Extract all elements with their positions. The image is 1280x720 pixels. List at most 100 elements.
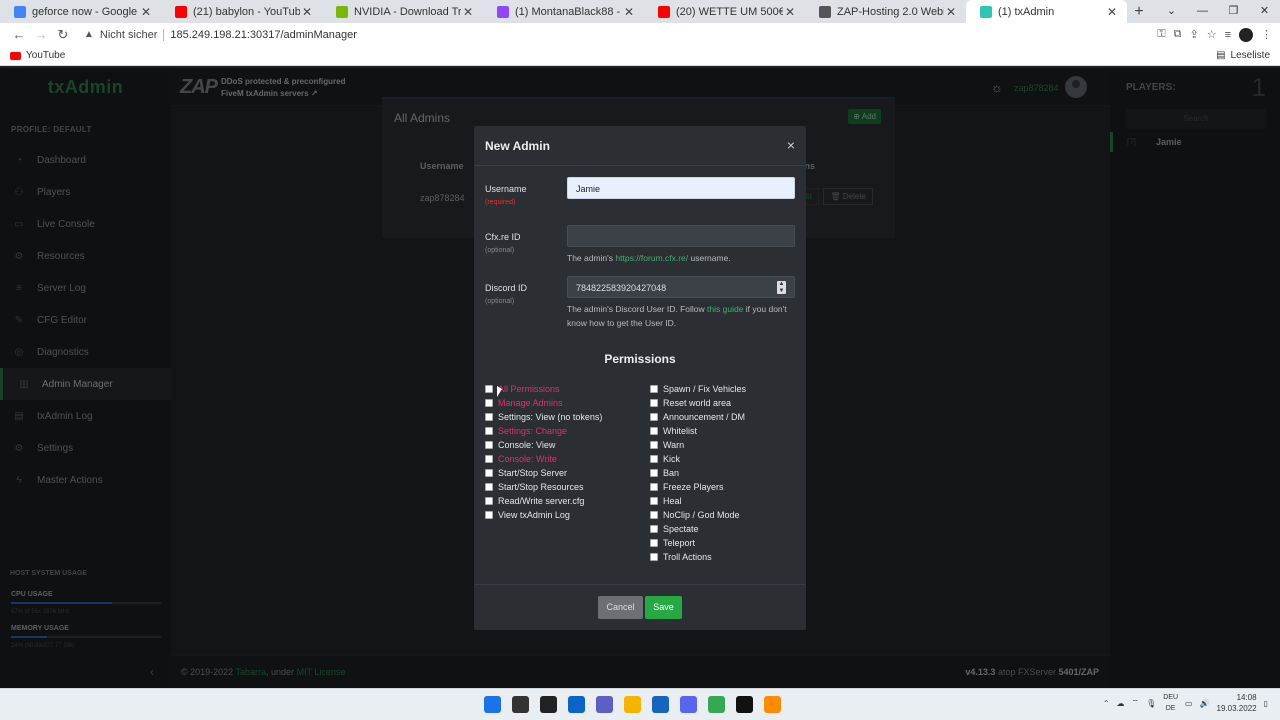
tab-close-icon[interactable]: ✕ — [944, 5, 958, 19]
permission-checkbox[interactable] — [650, 525, 658, 533]
browser-tab[interactable]: NVIDIA - Download Treiber✕ — [322, 0, 483, 23]
widgets-icon[interactable] — [568, 696, 585, 713]
nvidia-icon[interactable] — [736, 696, 753, 713]
new-tab-icon[interactable]: + — [1127, 0, 1151, 23]
permission-item[interactable]: Whitelist — [650, 424, 746, 438]
display-icon[interactable]: ▭ — [1185, 699, 1193, 708]
permission-checkbox[interactable] — [485, 511, 493, 519]
permission-checkbox[interactable] — [650, 455, 658, 463]
permission-checkbox[interactable] — [485, 385, 493, 393]
permission-checkbox[interactable] — [485, 455, 493, 463]
permission-item[interactable]: Console: Write — [485, 452, 602, 466]
permission-checkbox[interactable] — [650, 497, 658, 505]
permission-checkbox[interactable] — [650, 539, 658, 547]
language-indicator[interactable]: DEU DE — [1163, 692, 1178, 714]
notifications-icon[interactable]: ▯ — [1264, 699, 1268, 708]
app-icon[interactable] — [764, 696, 781, 713]
tab-close-icon[interactable]: ✕ — [1105, 5, 1119, 19]
permission-item[interactable]: Settings: Change — [485, 424, 602, 438]
permission-checkbox[interactable] — [485, 427, 493, 435]
permission-item[interactable]: NoClip / God Mode — [650, 508, 746, 522]
close-icon[interactable]: × — [787, 137, 795, 153]
key-icon[interactable]: ⚿ — [1157, 28, 1165, 41]
permission-item[interactable]: Read/Write server.cfg — [485, 494, 602, 508]
tab-close-icon[interactable]: ✕ — [783, 5, 797, 19]
permission-checkbox[interactable] — [650, 469, 658, 477]
number-stepper-icon[interactable]: ▲ ▼ — [777, 281, 786, 294]
permission-item[interactable]: Troll Actions — [650, 550, 746, 564]
volume-icon[interactable]: 🔊 — [1200, 699, 1210, 708]
permission-checkbox[interactable] — [650, 385, 658, 393]
discord-id-input[interactable]: 784822583920427048 ▲ ▼ — [567, 276, 795, 298]
permission-item[interactable]: Teleport — [650, 536, 746, 550]
task-view-icon[interactable] — [540, 696, 557, 713]
chevron-up-icon[interactable]: ⌃ — [1103, 699, 1110, 708]
permission-item[interactable]: Announcement / DM — [650, 410, 746, 424]
permission-item[interactable]: Freeze Players — [650, 480, 746, 494]
tab-close-icon[interactable]: ✕ — [300, 5, 314, 19]
discord-icon[interactable] — [680, 696, 697, 713]
permission-checkbox[interactable] — [650, 399, 658, 407]
bookmark-youtube[interactable]: YouTube — [26, 50, 65, 61]
minimize-icon[interactable]: — — [1187, 0, 1218, 23]
url-field[interactable]: ▲ Nicht sicher 185.249.198.21:30317/admi… — [84, 28, 357, 41]
forward-icon[interactable]: → — [30, 27, 52, 42]
restore-icon[interactable]: ❐ — [1218, 0, 1249, 23]
permission-checkbox[interactable] — [650, 427, 658, 435]
permission-checkbox[interactable] — [650, 483, 658, 491]
cancel-button[interactable]: Cancel — [598, 596, 643, 619]
permission-item[interactable]: Start/Stop Resources — [485, 480, 602, 494]
permission-item[interactable]: Settings: View (no tokens) — [485, 410, 602, 424]
permission-item[interactable]: Kick — [650, 452, 746, 466]
cfx-forum-link[interactable]: https://forum.cfx.re/ — [615, 253, 688, 263]
permission-item[interactable]: Reset world area — [650, 396, 746, 410]
share-icon[interactable]: ⇪ — [1189, 28, 1198, 41]
browser-tab[interactable]: ZAP-Hosting 2.0 Webinterface✕ — [805, 0, 966, 23]
permission-checkbox[interactable] — [485, 483, 493, 491]
permission-item[interactable]: Console: View — [485, 438, 602, 452]
username-input[interactable]: Jamie — [567, 177, 795, 199]
permission-checkbox[interactable] — [485, 399, 493, 407]
permission-item[interactable]: Warn — [650, 438, 746, 452]
clock[interactable]: 14:08 19.03.2022 — [1217, 692, 1257, 714]
discord-guide-link[interactable]: this guide — [707, 304, 743, 314]
permission-checkbox[interactable] — [485, 469, 493, 477]
translate-icon[interactable]: ⧉ — [1174, 28, 1182, 41]
browser-tab[interactable]: (21) babylon - YouTube ✕ — [161, 0, 322, 23]
explorer-icon[interactable] — [624, 696, 641, 713]
cfx-id-input[interactable] — [567, 225, 795, 247]
permission-checkbox[interactable] — [485, 497, 493, 505]
permission-item[interactable]: Start/Stop Server — [485, 466, 602, 480]
permission-checkbox[interactable] — [650, 511, 658, 519]
start-icon[interactable] — [484, 696, 501, 713]
network-icon[interactable]: ⌔ — [1132, 698, 1140, 708]
permission-item[interactable]: Heal — [650, 494, 746, 508]
permission-item[interactable]: Manage Admins — [485, 396, 602, 410]
permission-checkbox[interactable] — [650, 441, 658, 449]
permission-item[interactable]: Spectate — [650, 522, 746, 536]
permission-checkbox[interactable] — [650, 413, 658, 421]
chat-icon[interactable] — [596, 696, 613, 713]
store-icon[interactable] — [652, 696, 669, 713]
browser-tab[interactable]: (20) WETTE UM 500€ 😳😳 | Re✕ — [644, 0, 805, 23]
chrome-icon[interactable] — [708, 696, 725, 713]
reading-list[interactable]: ▤ Leseliste — [1216, 50, 1270, 61]
permission-checkbox[interactable] — [485, 413, 493, 421]
search-icon[interactable] — [512, 696, 529, 713]
tab-close-icon[interactable]: ✕ — [622, 5, 636, 19]
save-button[interactable]: Save — [645, 596, 682, 619]
permission-item[interactable]: Ban — [650, 466, 746, 480]
permission-checkbox[interactable] — [650, 553, 658, 561]
browser-tab[interactable]: (1) MontanaBlack88 - Twitch✕ — [483, 0, 644, 23]
browser-tab[interactable]: geforce now - Google Suche✕ — [0, 0, 161, 23]
cloud-icon[interactable]: ☁ — [1117, 699, 1125, 708]
permission-item[interactable]: All Permissions — [485, 382, 602, 396]
mic-icon[interactable]: 🎙 — [1146, 699, 1156, 708]
media-icon[interactable]: ≡ — [1225, 29, 1231, 41]
permission-item[interactable]: View txAdmin Log — [485, 508, 602, 522]
profile-icon[interactable] — [1239, 27, 1253, 42]
reload-icon[interactable]: ↻ — [52, 27, 74, 43]
tab-close-icon[interactable]: ✕ — [139, 5, 153, 19]
menu-icon[interactable]: ⋮ — [1261, 28, 1272, 41]
permission-checkbox[interactable] — [485, 441, 493, 449]
